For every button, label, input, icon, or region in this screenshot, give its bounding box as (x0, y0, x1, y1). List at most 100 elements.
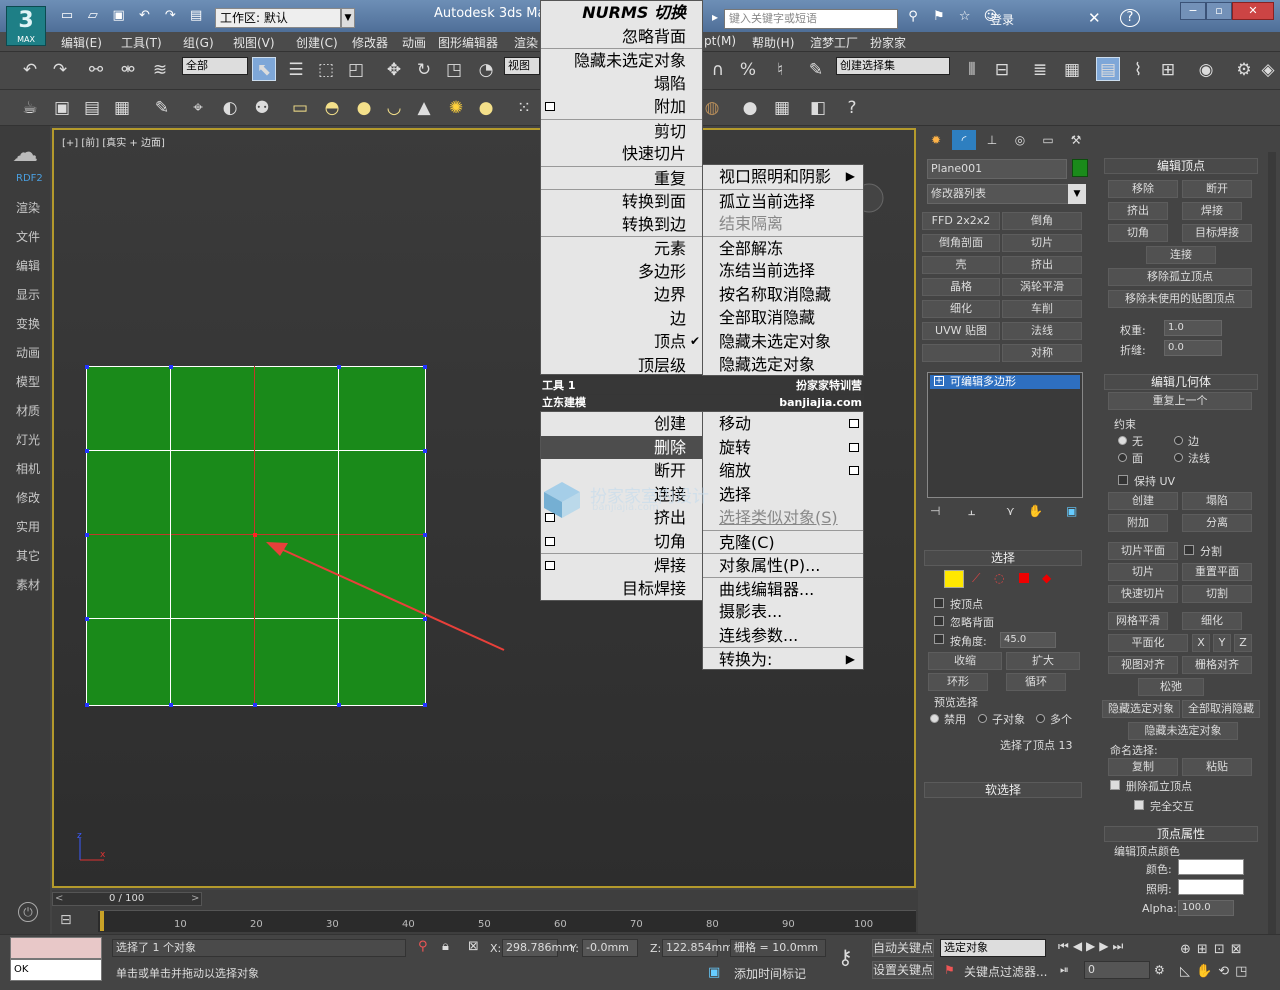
search-arrow-icon[interactable]: ▸ (712, 10, 718, 24)
menu-views[interactable]: 视图(V) (233, 34, 275, 51)
material-editor-icon[interactable]: ◉ (1194, 58, 1218, 82)
sidebar-item-animation[interactable]: 动画 (16, 344, 56, 361)
constraint-face-radio[interactable] (1118, 453, 1127, 462)
help-icon[interactable]: ? (1120, 9, 1140, 27)
window-crossing-icon[interactable]: ◰ (344, 58, 368, 82)
menu-item-border[interactable]: 边界 (541, 283, 702, 307)
menu-item-delete[interactable]: 删除 (541, 435, 702, 459)
object-name-field[interactable]: Plane001 (927, 159, 1067, 179)
close-button[interactable]: ✕ (1232, 2, 1274, 20)
settings-box-icon[interactable] (849, 419, 859, 428)
project-icon[interactable]: ▤ (187, 8, 205, 24)
dome-prim-icon[interactable]: ◓ (320, 96, 344, 120)
sidebar-item-model[interactable]: 模型 (16, 373, 56, 390)
chamfer-button[interactable]: 切角 (1108, 224, 1168, 242)
cone-prim-icon[interactable]: ▲ (412, 96, 436, 120)
settings-box-icon[interactable] (849, 442, 859, 452)
sidebar-item-assets[interactable]: 素材 (16, 576, 56, 593)
place-icon[interactable]: ◔ (474, 58, 498, 82)
illum-color-swatch[interactable] (1178, 879, 1244, 895)
track-bar[interactable]: 10 20 30 40 50 60 70 80 90 100 (98, 910, 916, 932)
meshsmooth-button[interactable]: 网格平滑 (1108, 612, 1168, 630)
vertex-mode-icon[interactable] (944, 570, 964, 588)
menu-item-isolate[interactable]: 孤立当前选择 (703, 188, 863, 213)
pan-icon[interactable]: ✋ (1196, 964, 1218, 979)
sun-light-icon[interactable]: ✺ (444, 96, 468, 120)
grid-icon[interactable]: ⁙ (512, 96, 536, 120)
mod-extrude-button[interactable]: 挤出 (1002, 256, 1082, 274)
planarize-button[interactable]: 平面化 (1108, 634, 1188, 652)
grid-align-button[interactable]: 栅格对齐 (1182, 656, 1252, 674)
time-marker[interactable] (100, 911, 104, 931)
copy-button[interactable]: 复制 (1108, 758, 1178, 776)
zoom-icon[interactable]: ⊕ (1180, 942, 1197, 957)
absolute-mode-icon[interactable]: ⊠ (468, 939, 479, 954)
batch-icon[interactable]: ▦ (770, 96, 794, 120)
element-mode-icon[interactable]: ◆ (1042, 571, 1051, 585)
menu-item-select-similar[interactable]: 选择类似对象(S) (703, 506, 863, 530)
menu-animation[interactable]: 动画 (402, 34, 426, 51)
delete-isolated-checkbox[interactable] (1110, 780, 1120, 790)
sidebar-item-transform[interactable]: 变换 (16, 315, 56, 332)
sidebar-item-edit[interactable]: 编辑 (16, 257, 56, 274)
rollout-selection[interactable]: 选择 (924, 550, 1082, 566)
show-end-result-icon[interactable]: ⫠ (968, 504, 975, 519)
menu-item-target-weld[interactable]: 目标焊接 (541, 577, 702, 601)
menu-item-nurms[interactable]: NURMS 切换 (541, 1, 702, 25)
minimize-button[interactable]: − (1180, 2, 1206, 20)
preserve-uv-checkbox[interactable] (1118, 475, 1128, 485)
orbit-icon[interactable]: ⟲ (1218, 964, 1235, 979)
menu-item-convert-face[interactable]: 转换到面 (541, 189, 702, 213)
sun-icon[interactable]: ◐ (218, 96, 242, 120)
key-mode-select[interactable]: 选定对象 (940, 939, 1046, 957)
menu-item-polygon[interactable]: 多边形 (541, 260, 702, 284)
mod-lathe-button[interactable]: 车削 (1002, 300, 1082, 318)
menu-item-end-isolate[interactable]: 结束隔离 (703, 212, 863, 236)
menu-tools[interactable]: 工具(T) (121, 34, 162, 51)
play-icon[interactable]: ▶ (1086, 939, 1099, 953)
track-view-icon[interactable]: ⊟ (60, 912, 72, 928)
extrude-button[interactable]: 挤出 (1108, 202, 1168, 220)
menu-maxscript[interactable]: pt(M) (704, 34, 736, 48)
preview-subobj-radio[interactable] (978, 714, 987, 723)
texture-icon[interactable]: ◍ (700, 96, 724, 120)
set-key-button[interactable]: 设置关键点 (872, 961, 934, 979)
chevron-down-icon[interactable]: ▼ (341, 8, 355, 28)
light-lister-icon[interactable]: ✎ (150, 96, 174, 120)
time-tag-icon[interactable]: ▣ (708, 965, 720, 980)
menu-item-convert-to[interactable]: 转换为: ▶ (703, 647, 863, 671)
full-interactivity-checkbox[interactable] (1134, 800, 1144, 810)
chevron-left-icon[interactable]: < (55, 893, 63, 904)
z-coord-field[interactable]: 122.854mm (662, 939, 733, 957)
mod-turbosmooth-button[interactable]: 涡轮平滑 (1002, 278, 1082, 296)
chevron-right-icon[interactable]: > (191, 893, 199, 904)
render-setup-icon[interactable]: ⚙ (1232, 58, 1256, 82)
sidebar-item-material[interactable]: 材质 (16, 402, 56, 419)
sheet-icon[interactable]: ▤ (80, 96, 104, 120)
menu-item-convert-edge[interactable]: 转换到边 (541, 213, 702, 237)
sidebar-item-render[interactable]: 渲染 (16, 199, 56, 216)
mod-uvw-button[interactable]: UVW 贴图 (922, 322, 1000, 340)
sphere-prim-icon[interactable]: ● (352, 96, 376, 120)
tessellate-button[interactable]: 细化 (1182, 612, 1242, 630)
rect-selection-icon[interactable]: ⬚ (314, 58, 338, 82)
break-button[interactable]: 断开 (1182, 180, 1252, 198)
undo-icon[interactable]: ↶ (135, 8, 153, 24)
vertex-color-swatch[interactable] (1178, 859, 1244, 875)
preview-multi-radio[interactable] (1036, 714, 1045, 723)
by-vertex-checkbox[interactable] (934, 598, 944, 608)
omni-light-icon[interactable]: ● (474, 96, 498, 120)
zoom-extents-all-icon[interactable]: ⊠ (1231, 942, 1248, 957)
maxscript-listener[interactable]: OK (10, 959, 102, 981)
power-icon[interactable]: ⏻ (18, 902, 38, 922)
menu-item-curve-editor[interactable]: 曲线编辑器... (703, 576, 863, 601)
mod-slice-button[interactable]: 切片 (1002, 234, 1082, 252)
mod-empty-button[interactable] (922, 344, 1000, 362)
menu-item-hide-unselected-2[interactable]: 隐藏未选定对象 (703, 330, 863, 354)
menu-item-unfreeze-all[interactable]: 全部解冻 (703, 235, 863, 260)
menu-rendering[interactable]: 渲染 (514, 34, 538, 51)
remove-modifier-icon[interactable]: ✋ (1028, 504, 1043, 518)
menu-item-move[interactable]: 移动 (703, 412, 863, 436)
angle-field[interactable]: 45.0 (1000, 632, 1056, 648)
attach-button[interactable]: 附加 (1108, 514, 1168, 532)
